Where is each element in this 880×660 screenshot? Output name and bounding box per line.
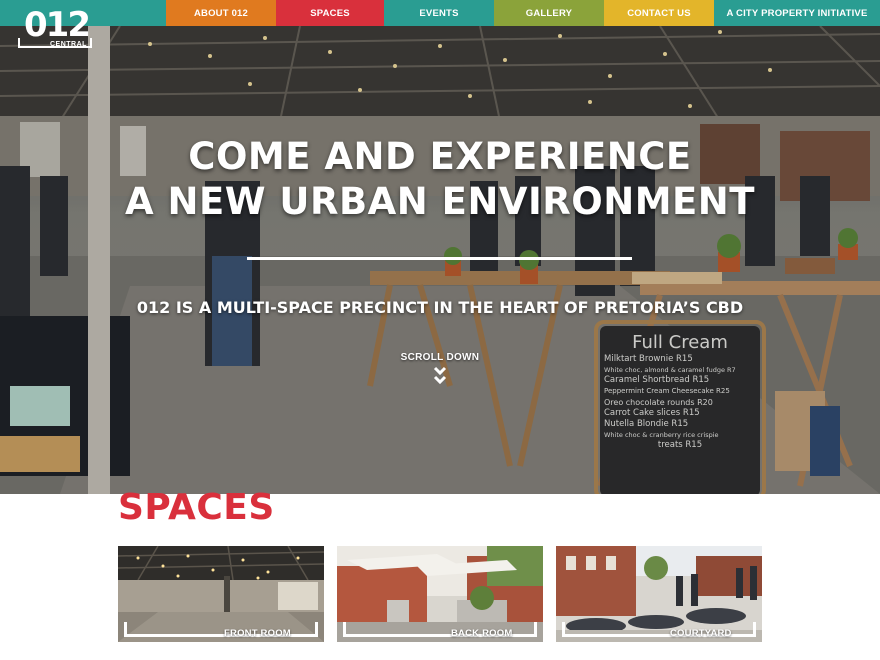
- nav-city-property[interactable]: A CITY PROPERTY INITIATIVE: [714, 0, 880, 26]
- space-card-front-room[interactable]: FRONT ROOM: [118, 546, 324, 642]
- hero-banner: Full Cream Milktart Brownie R15 White ch…: [0, 26, 880, 494]
- space-card-back-room[interactable]: BACK ROOM: [337, 546, 543, 642]
- logo-number: 012: [24, 5, 91, 45]
- scroll-down-label: SCROLL DOWN: [400, 352, 480, 363]
- main-nav: ABOUT 012 SPACES EVENTS GALLERY CONTACT …: [166, 0, 880, 26]
- hero-title-line2: A NEW URBAN ENVIRONMENT: [124, 180, 756, 223]
- back-room-label: BACK ROOM: [451, 628, 513, 639]
- hero-divider: [247, 257, 632, 260]
- scroll-down-button[interactable]: SCROLL DOWN: [390, 352, 490, 386]
- spaces-heading: SPACES: [118, 487, 275, 528]
- hero-subtitle: 012 IS A MULTI-SPACE PRECINCT IN THE HEA…: [136, 298, 744, 317]
- nav-about[interactable]: ABOUT 012: [166, 0, 276, 26]
- space-card-courtyard[interactable]: COURTYARD: [556, 546, 762, 642]
- hero-title-line1: COME AND EXPERIENCE: [188, 135, 692, 178]
- nav-spaces[interactable]: SPACES: [276, 0, 384, 26]
- courtyard-label: COURTYARD: [670, 628, 732, 639]
- site-logo[interactable]: 012 CENTRAL: [18, 8, 94, 52]
- logo-subtitle: CENTRAL: [50, 41, 87, 48]
- nav-events[interactable]: EVENTS: [384, 0, 494, 26]
- front-room-label: FRONT ROOM: [224, 628, 291, 639]
- hero-overlay: [0, 26, 880, 494]
- nav-contact[interactable]: CONTACT US: [604, 0, 714, 26]
- nav-gallery[interactable]: GALLERY: [494, 0, 604, 26]
- double-chevron-down-icon: [433, 366, 447, 385]
